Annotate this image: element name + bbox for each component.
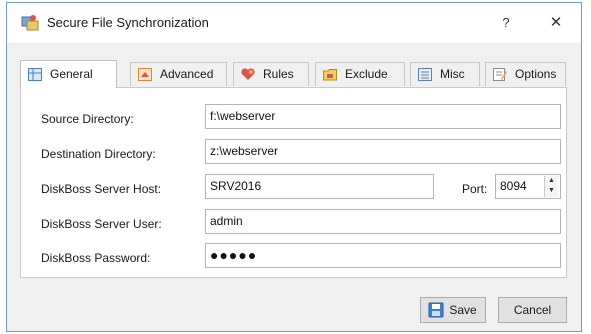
advanced-icon xyxy=(138,68,152,81)
app-icon xyxy=(21,15,39,31)
server-user-label: DiskBoss Server User: xyxy=(41,217,162,231)
tab-label: Rules xyxy=(263,67,294,81)
source-directory-input[interactable]: f:\webserver xyxy=(205,104,561,129)
tab-advanced[interactable]: Advanced xyxy=(130,62,227,86)
tab-label: Options xyxy=(515,67,557,81)
window-title: Secure File Synchronization xyxy=(47,15,209,30)
tab-options[interactable]: Options xyxy=(485,62,566,86)
general-grid-icon xyxy=(28,68,42,81)
tab-misc[interactable]: Misc xyxy=(410,62,480,86)
save-button[interactable]: Save xyxy=(420,297,486,323)
port-spinner[interactable]: ▲ ▼ xyxy=(544,176,558,197)
tab-label: Misc xyxy=(440,67,465,81)
server-user-input[interactable]: admin xyxy=(205,209,561,234)
rules-heart-icon xyxy=(241,68,255,80)
options-edit-icon xyxy=(493,68,507,81)
general-panel: Source Directory: f:\webserver Destinati… xyxy=(20,87,567,278)
exclude-folder-icon xyxy=(323,69,337,81)
destination-directory-label: Destination Directory: xyxy=(41,147,156,161)
spin-down-icon[interactable]: ▼ xyxy=(545,186,558,196)
save-disk-icon xyxy=(428,302,444,318)
tab-general[interactable]: General xyxy=(20,60,117,88)
password-label: DiskBoss Password: xyxy=(41,251,151,265)
tab-strip: General Advanced Rules Exclude Misc Opti… xyxy=(20,60,581,88)
password-input[interactable]: ●●●●● xyxy=(205,243,561,268)
close-button[interactable]: ✕ xyxy=(539,11,573,35)
misc-list-icon xyxy=(418,68,432,81)
spin-up-icon[interactable]: ▲ xyxy=(545,176,558,186)
source-directory-label: Source Directory: xyxy=(41,112,134,126)
server-host-input[interactable]: SRV2016 xyxy=(205,174,434,199)
title-bar: Secure File Synchronization ? ✕ xyxy=(7,3,581,43)
tab-label: General xyxy=(50,67,93,81)
port-label: Port: xyxy=(462,182,488,196)
tab-exclude[interactable]: Exclude xyxy=(315,62,405,86)
server-host-label: DiskBoss Server Host: xyxy=(41,182,162,196)
sync-dialog: Secure File Synchronization ? ✕ General … xyxy=(6,2,582,332)
tab-label: Exclude xyxy=(345,67,388,81)
destination-directory-input[interactable]: z:\webserver xyxy=(205,139,561,164)
tab-rules[interactable]: Rules xyxy=(233,62,309,86)
tab-label: Advanced xyxy=(160,67,214,81)
cancel-button[interactable]: Cancel xyxy=(498,297,567,323)
help-button[interactable]: ? xyxy=(491,11,521,35)
